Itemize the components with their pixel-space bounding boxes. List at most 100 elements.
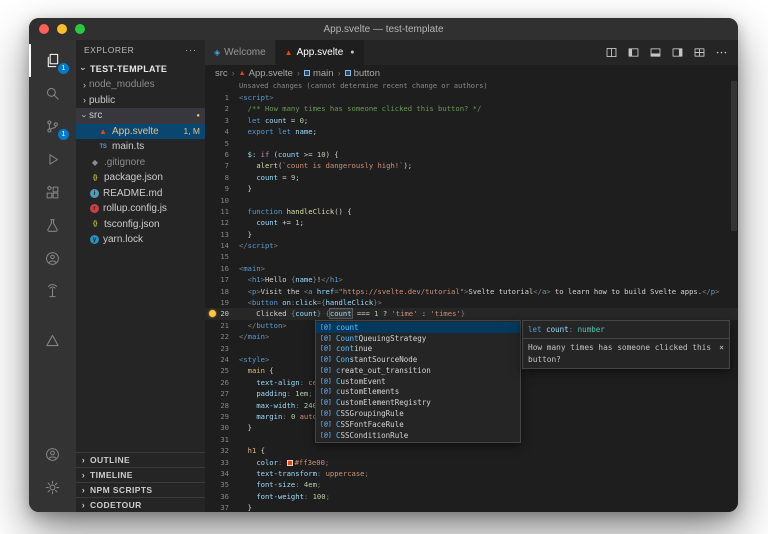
line-number[interactable]: 20: [205, 308, 239, 319]
line-number[interactable]: 2: [205, 103, 239, 114]
zoom-window-button[interactable]: [75, 24, 85, 34]
search-icon[interactable]: [29, 77, 76, 110]
accounts-icon[interactable]: [29, 438, 76, 471]
code-text[interactable]: <p>Visit the <a href="https://svelte.dev…: [239, 286, 719, 297]
tab-welcome[interactable]: ◈Welcome: [205, 40, 276, 65]
code-text[interactable]: alert(`count is dangerously high!`);: [239, 160, 412, 171]
split-editor-icon[interactable]: [605, 46, 618, 59]
code-text[interactable]: }: [239, 229, 252, 240]
remote-explorer-icon[interactable]: [29, 275, 76, 308]
folder-node_modules[interactable]: ›node_modules: [76, 77, 205, 93]
code-text[interactable]: /** How many times has someone clicked t…: [239, 103, 481, 114]
code-text[interactable]: </button>: [239, 320, 287, 331]
line-number[interactable]: 34: [205, 468, 239, 479]
lightbulb-icon[interactable]: [209, 310, 216, 317]
line-number[interactable]: 15: [205, 251, 239, 262]
code-text[interactable]: padding: 1em;: [239, 388, 313, 399]
breadcrumb-app-svelte[interactable]: ▲App.svelte: [239, 68, 293, 79]
line-number[interactable]: 37: [205, 502, 239, 512]
minimize-window-button[interactable]: [57, 24, 67, 34]
suggestion-customelements[interactable]: [@]customElements: [316, 387, 520, 398]
line-number[interactable]: 9: [205, 183, 239, 194]
code-text[interactable]: <main>: [239, 263, 265, 274]
suggestion-create_out_transition[interactable]: [@]create_out_transition: [316, 365, 520, 376]
breadcrumb-src[interactable]: src: [215, 68, 228, 79]
code-editor[interactable]: Unsaved changes (cannot determine recent…: [205, 81, 738, 512]
line-number[interactable]: 17: [205, 274, 239, 285]
line-number[interactable]: 13: [205, 229, 239, 240]
suggestion-customevent[interactable]: [@]CustomEvent: [316, 376, 520, 387]
line-number[interactable]: 25: [205, 365, 239, 376]
file-yarn.lock[interactable]: yyarn.lock: [76, 232, 205, 248]
breadcrumb-button[interactable]: button: [345, 68, 380, 79]
file-tsconfig.json[interactable]: {}tsconfig.json: [76, 217, 205, 233]
more-actions-icon[interactable]: ···: [185, 45, 197, 55]
code-text[interactable]: $: if (count >= 10) {: [239, 149, 339, 160]
suggestion-countqueuingstrategy[interactable]: [@]CountQueuingStrategy: [316, 333, 520, 344]
line-number[interactable]: 33: [205, 457, 239, 468]
line-number[interactable]: 3: [205, 115, 239, 126]
dirty-dot-icon[interactable]: ●: [350, 49, 354, 56]
folder-src[interactable]: ›src●: [76, 108, 205, 124]
line-number[interactable]: 36: [205, 491, 239, 502]
scrollbar-thumb[interactable]: [731, 81, 737, 231]
close-window-button[interactable]: [39, 24, 49, 34]
line-number[interactable]: 16: [205, 263, 239, 274]
line-number[interactable]: 22: [205, 331, 239, 342]
project-root-row[interactable]: › TEST-TEMPLATE: [76, 60, 205, 77]
suggestion-cssgroupingrule[interactable]: [@]CSSGroupingRule: [316, 408, 520, 419]
suggestion-cssconditionrule[interactable]: [@]CSSConditionRule: [316, 430, 520, 441]
testing-icon[interactable]: [29, 209, 76, 242]
line-number[interactable]: 1: [205, 92, 239, 103]
line-number[interactable]: 27: [205, 388, 239, 399]
folder-public[interactable]: ›public: [76, 93, 205, 109]
code-text[interactable]: }: [239, 422, 252, 433]
code-text[interactable]: font-weight: 100;: [239, 491, 330, 502]
layout-sidebar-right-icon[interactable]: [671, 46, 684, 59]
line-number[interactable]: 30: [205, 422, 239, 433]
settings-icon[interactable]: [29, 471, 76, 504]
line-number[interactable]: 6: [205, 149, 239, 160]
code-text[interactable]: text-transform: uppercase;: [239, 468, 369, 479]
file-README.md[interactable]: iREADME.md: [76, 186, 205, 202]
suggestion-count[interactable]: [@]count: [316, 322, 520, 333]
code-text[interactable]: margin: 0 auto;: [239, 411, 321, 422]
line-number[interactable]: 7: [205, 160, 239, 171]
close-icon[interactable]: ×: [719, 342, 724, 365]
line-number[interactable]: 8: [205, 172, 239, 183]
code-text[interactable]: </script>: [239, 240, 278, 251]
section-timeline[interactable]: ›TIMELINE: [76, 467, 205, 482]
file-main.ts[interactable]: TSmain.ts: [76, 139, 205, 155]
line-number[interactable]: 35: [205, 479, 239, 490]
code-text[interactable]: main {: [239, 365, 274, 376]
suggestion-cssfontfacerule[interactable]: [@]CSSFontFaceRule: [316, 419, 520, 430]
code-text[interactable]: <style>: [239, 354, 269, 365]
line-number[interactable]: 14: [205, 240, 239, 251]
explorer-icon[interactable]: 1: [29, 44, 76, 77]
more-actions-icon[interactable]: [715, 46, 728, 59]
file-.gitignore[interactable]: ◆.gitignore: [76, 155, 205, 171]
code-text[interactable]: font-size: 4em;: [239, 479, 321, 490]
line-number[interactable]: 18: [205, 286, 239, 297]
line-number[interactable]: 12: [205, 217, 239, 228]
line-number[interactable]: 4: [205, 126, 239, 137]
customize-layout-icon[interactable]: [693, 46, 706, 59]
extensions-icon[interactable]: [29, 176, 76, 209]
codetour-icon[interactable]: [29, 324, 76, 357]
run-debug-icon[interactable]: [29, 143, 76, 176]
line-number[interactable]: 24: [205, 354, 239, 365]
source-control-icon[interactable]: 1: [29, 110, 76, 143]
suggestion-continue[interactable]: [@]continue: [316, 344, 520, 355]
code-text[interactable]: }: [239, 502, 252, 512]
suggestion-constantsourcenode[interactable]: [@]ConstantSourceNode: [316, 354, 520, 365]
code-text[interactable]: </main>: [239, 331, 269, 342]
code-text[interactable]: }: [239, 183, 252, 194]
section-outline[interactable]: ›OUTLINE: [76, 452, 205, 467]
line-number[interactable]: 28: [205, 400, 239, 411]
code-text[interactable]: <script>: [239, 92, 274, 103]
code-text[interactable]: function handleClick() {: [239, 206, 352, 217]
line-number[interactable]: 10: [205, 195, 239, 206]
code-text[interactable]: count += 1;: [239, 217, 304, 228]
breadcrumb-main[interactable]: main: [304, 68, 334, 79]
code-text[interactable]: color: #ff3e00;: [239, 457, 329, 468]
